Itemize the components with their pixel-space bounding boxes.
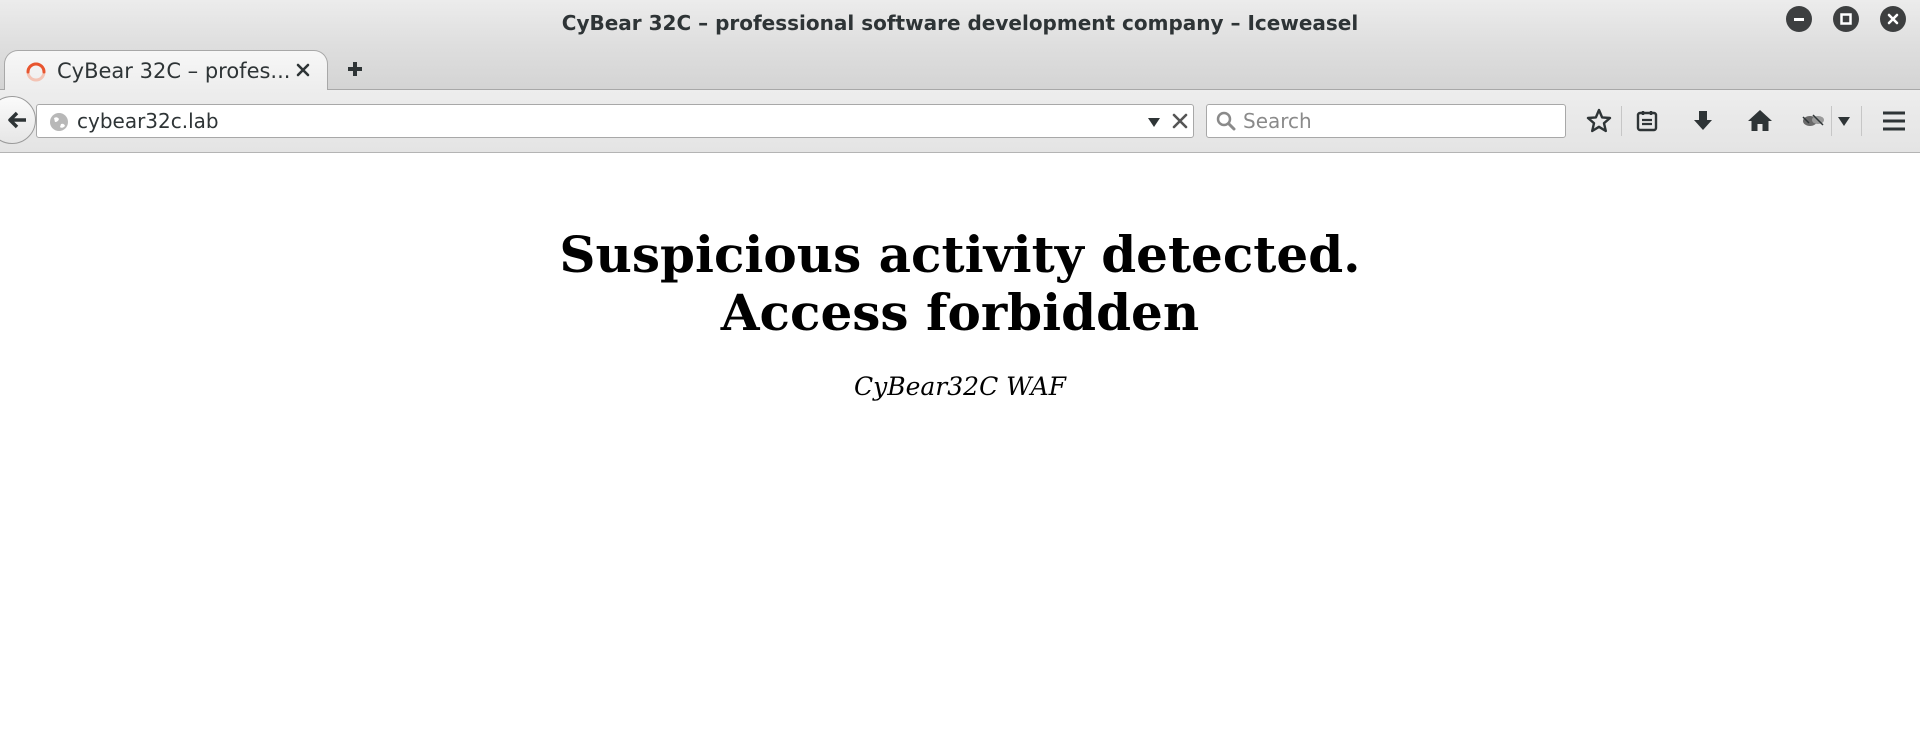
reading-list-button[interactable] bbox=[1630, 104, 1664, 138]
globe-icon bbox=[49, 112, 69, 136]
extension-menu-button[interactable] bbox=[1833, 104, 1855, 138]
waf-signature: CyBear32C WAF bbox=[853, 372, 1066, 401]
dropdown-arrow-icon[interactable] bbox=[1147, 114, 1161, 133]
search-bar[interactable] bbox=[1206, 104, 1566, 138]
search-icon bbox=[1215, 110, 1237, 136]
new-tab-button[interactable] bbox=[344, 58, 366, 80]
clear-x-icon[interactable] bbox=[1171, 112, 1189, 134]
window-titlebar[interactable]: CyBear 32C – professional software devel… bbox=[0, 0, 1920, 46]
page-heading: Suspicious activity detected. Access for… bbox=[0, 226, 1920, 342]
home-icon bbox=[1748, 110, 1772, 131]
toolbar-separator bbox=[1861, 106, 1862, 136]
toolbar-separator bbox=[1621, 106, 1622, 136]
search-input[interactable] bbox=[1243, 106, 1553, 136]
maximize-icon bbox=[1840, 13, 1852, 25]
window-title: CyBear 32C – professional software devel… bbox=[561, 11, 1359, 35]
plus-icon bbox=[348, 62, 362, 76]
loading-throbber-icon bbox=[25, 61, 47, 87]
minimize-icon bbox=[1794, 18, 1804, 21]
navigation-toolbar: cybear32c.lab bbox=[0, 90, 1920, 153]
bookmark-button[interactable] bbox=[1582, 104, 1616, 138]
menu-dropdown-icon bbox=[1838, 117, 1850, 126]
heading-line-2: Access forbidden bbox=[720, 283, 1200, 342]
bookmark-star-icon bbox=[1586, 108, 1612, 133]
tab-close-button[interactable] bbox=[293, 60, 313, 80]
minimize-button[interactable] bbox=[1786, 6, 1812, 32]
close-tab-icon bbox=[296, 63, 310, 77]
close-icon bbox=[1887, 13, 1899, 25]
close-window-button[interactable] bbox=[1880, 6, 1906, 32]
heading-line-1: Suspicious activity detected. bbox=[559, 225, 1361, 284]
download-arrow-icon bbox=[1694, 111, 1712, 130]
tab-label: CyBear 32C – profes... bbox=[57, 59, 291, 83]
maximize-button[interactable] bbox=[1833, 6, 1859, 32]
back-arrow-icon bbox=[8, 111, 26, 129]
url-bar[interactable]: cybear32c.lab bbox=[36, 104, 1194, 138]
open-menu-button[interactable] bbox=[1877, 104, 1911, 138]
url-text: cybear32c.lab bbox=[77, 109, 219, 133]
extension-button[interactable] bbox=[1797, 104, 1831, 138]
reading-list-icon bbox=[1636, 111, 1658, 132]
downloads-button[interactable] bbox=[1686, 104, 1720, 138]
toolbar-separator bbox=[1831, 106, 1832, 136]
tab-cybear[interactable]: CyBear 32C – profes... bbox=[4, 50, 328, 91]
extension-icon bbox=[1802, 114, 1824, 126]
tab-strip: CyBear 32C – profes... bbox=[0, 46, 1920, 91]
page-content: Suspicious activity detected. Access for… bbox=[0, 154, 1920, 735]
back-button[interactable] bbox=[0, 96, 36, 144]
home-button[interactable] bbox=[1743, 104, 1777, 138]
hamburger-menu-icon bbox=[1883, 111, 1905, 131]
